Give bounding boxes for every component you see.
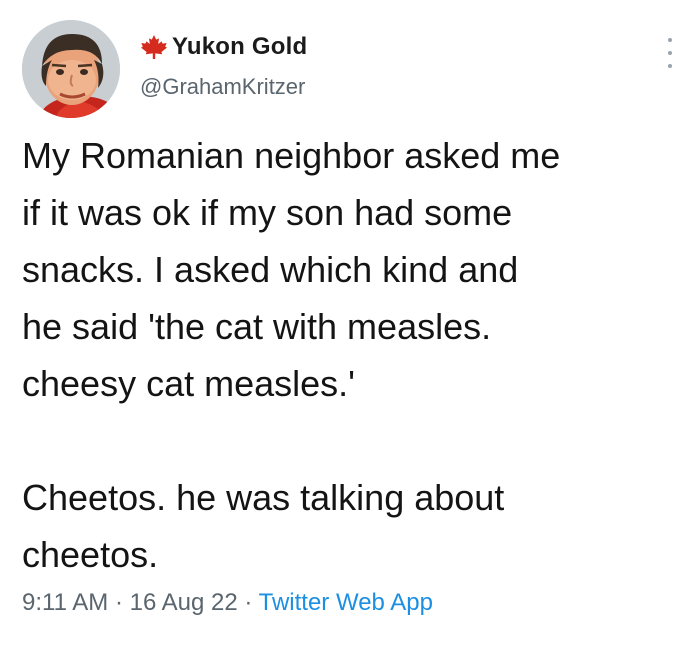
tweet-time[interactable]: 9:11 AM [22,589,108,616]
tweet-date[interactable]: 16 Aug 22 [130,589,238,616]
name-row[interactable]: Yukon Gold [140,30,307,64]
tweet-paragraph: My Romanian neighbor asked me if it was … [22,135,561,404]
meta-separator: · [108,589,130,616]
tweet-meta: 9:11 AM · 16 Aug 22 · Twitter Web App [22,589,433,617]
meta-separator: · [237,589,259,616]
tweet-paragraph: Cheetos. he was talking about cheetos. [22,477,505,575]
tweet-header: Yukon Gold @GrahamKritzer [22,20,682,120]
tweet-card: Yukon Gold @GrahamKritzer My Romanian ne… [0,0,700,648]
avatar[interactable] [22,20,120,118]
user-info: Yukon Gold @GrahamKritzer [140,30,307,100]
more-options-icon[interactable] [658,38,682,68]
maple-leaf-icon [140,34,168,60]
tweet-source-link[interactable]: Twitter Web App [259,589,433,616]
avatar-image [22,20,120,118]
user-handle[interactable]: @GrahamKritzer [140,74,307,100]
display-name[interactable]: Yukon Gold [172,33,307,61]
tweet-text: My Romanian neighbor asked me if it was … [22,127,688,583]
